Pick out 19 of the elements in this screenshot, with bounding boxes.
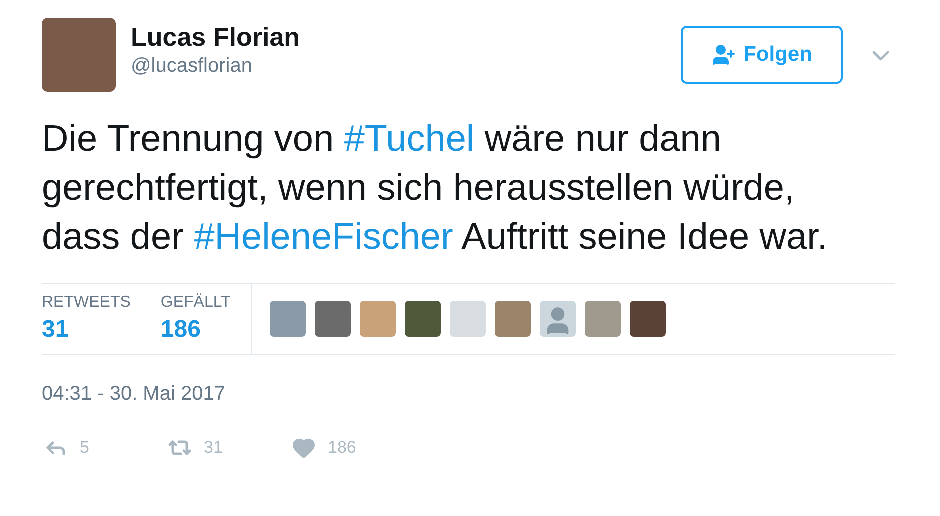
tweet-timestamp[interactable]: 04:31 - 30. Mai 2017 [42,379,895,409]
action-count: 31 [204,437,223,459]
default-avatar-icon[interactable] [540,301,576,337]
action-count: 5 [80,437,90,459]
stat-count[interactable]: 31 [42,314,131,346]
avatar-photo-placeholder[interactable] [404,301,441,337]
author-name[interactable]: Lucas Florian [131,21,300,53]
tweet-text: Die Trennung von #Tuchel wäre nur dann gerechtfertigt, wenn sich herausstellen würde, dass der #HeleneFischer Auftritt seine Idee war. [42,117,829,259]
avatar-photo-placeholder[interactable] [630,301,666,337]
follow-button[interactable]: Folgen [681,26,843,84]
avatar-photo-placeholder[interactable] [314,301,351,337]
author-handle[interactable]: @lucasflorian [131,53,300,79]
add-user-icon [712,43,736,67]
hashtag-link[interactable]: #Tuchel [344,118,475,159]
hashtag-link[interactable]: #HeleneFischer [194,216,454,257]
stat-count[interactable]: 186 [160,314,231,346]
stat-label: GEFÄLLT [160,292,231,313]
action-count: 186 [328,437,356,459]
stat-label: RETWEETS [42,293,131,313]
